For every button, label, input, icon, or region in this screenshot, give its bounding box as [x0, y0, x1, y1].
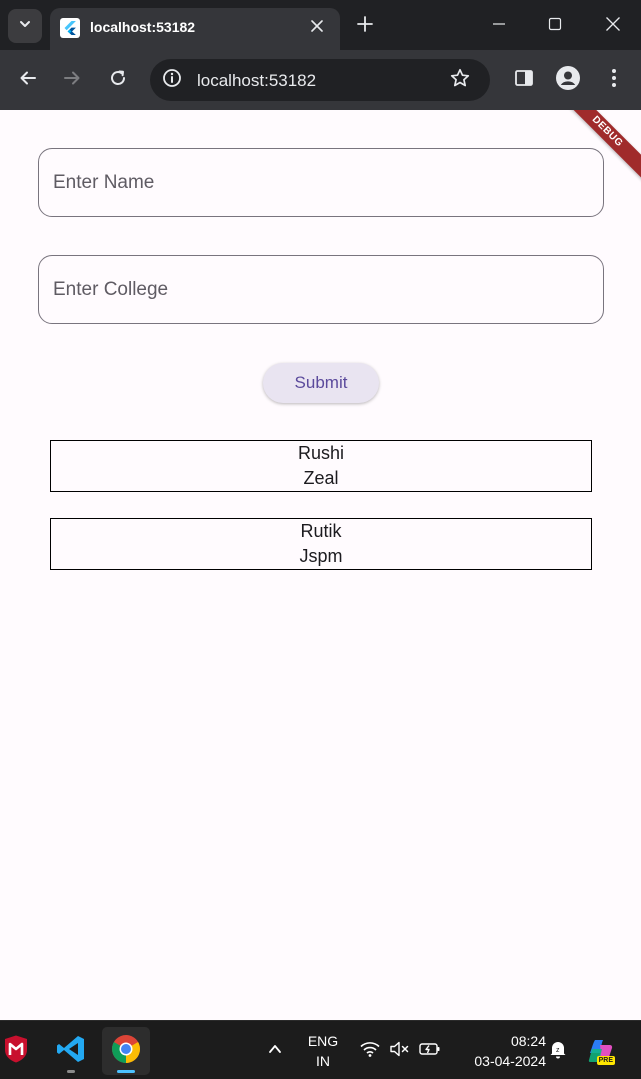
record-card: Rutik Jspm	[50, 518, 592, 570]
taskbar-copilot[interactable]: PRE	[579, 1027, 623, 1075]
record-card: Rushi Zeal	[50, 440, 592, 492]
browser-menu-button[interactable]	[602, 68, 626, 92]
notification-bell-icon: z	[548, 1039, 568, 1064]
language-code: ENG	[307, 1033, 339, 1049]
clock[interactable]: 08:24 03-04-2024	[452, 1031, 546, 1071]
close-icon	[605, 16, 621, 37]
volume-status[interactable]	[386, 1027, 414, 1075]
profile-button[interactable]	[556, 65, 580, 95]
wifi-icon	[360, 1041, 380, 1062]
copilot-preview-badge: PRE	[596, 1056, 615, 1065]
tab-search-button[interactable]	[8, 9, 42, 43]
clock-date: 03-04-2024	[474, 1053, 546, 1069]
arrow-right-icon	[63, 69, 81, 92]
clock-time: 08:24	[510, 1033, 546, 1049]
chevron-down-icon	[18, 17, 32, 36]
battery-status[interactable]	[416, 1027, 444, 1075]
notifications-button[interactable]: z	[544, 1027, 572, 1075]
maximize-icon	[548, 17, 562, 36]
plus-icon	[357, 15, 373, 37]
show-hidden-icons-button[interactable]	[251, 1027, 299, 1075]
minimize-button[interactable]	[487, 14, 511, 38]
reload-button[interactable]	[106, 68, 130, 92]
back-button[interactable]	[16, 68, 40, 92]
site-info-button[interactable]	[160, 68, 184, 92]
maximize-button[interactable]	[543, 14, 567, 38]
record-college: Zeal	[303, 468, 339, 488]
mcafee-shield-icon	[2, 1035, 30, 1068]
window-close-button[interactable]	[601, 14, 625, 38]
svg-text:z: z	[556, 1047, 560, 1054]
avatar-icon	[556, 65, 580, 95]
chrome-icon	[111, 1034, 141, 1069]
chevron-up-icon	[268, 1042, 282, 1061]
taskbar-mcafee[interactable]	[0, 1027, 40, 1075]
arrow-left-icon	[19, 69, 37, 92]
submit-button[interactable]: Submit	[263, 363, 379, 403]
windows-taskbar: ENG IN 08:24 03-04-2024 z PRE	[0, 1020, 641, 1079]
close-icon	[311, 19, 323, 37]
region-code: IN	[316, 1053, 330, 1069]
tab-title: localhost:53182	[90, 19, 196, 35]
side-panel-icon	[514, 68, 534, 93]
college-field[interactable]	[38, 255, 604, 324]
volume-muted-icon	[390, 1041, 410, 1062]
tab-close-button[interactable]	[306, 17, 328, 39]
record-college: Jspm	[299, 546, 343, 566]
forward-button[interactable]	[60, 68, 84, 92]
info-icon	[162, 68, 182, 93]
flutter-favicon-icon	[60, 18, 80, 38]
app-page: DEBUG Submit Rushi Zeal Rutik Jspm	[0, 110, 641, 1020]
side-panel-button[interactable]	[512, 68, 536, 92]
browser-tab[interactable]: localhost:53182	[50, 8, 340, 50]
star-icon	[450, 68, 470, 93]
url-text[interactable]: localhost:53182	[197, 71, 316, 91]
taskbar-vscode[interactable]	[47, 1027, 95, 1075]
taskbar-chrome[interactable]	[102, 1027, 150, 1075]
language-indicator[interactable]: ENG IN	[300, 1031, 346, 1071]
minimize-icon	[492, 17, 506, 36]
new-tab-button[interactable]	[354, 15, 376, 37]
name-field[interactable]	[38, 148, 604, 217]
bookmark-button[interactable]	[448, 68, 472, 92]
more-vertical-icon	[611, 68, 617, 93]
address-bar[interactable]: localhost:53182	[150, 59, 490, 101]
wifi-status[interactable]	[356, 1027, 384, 1075]
record-name: Rushi	[297, 443, 345, 463]
vscode-icon	[56, 1034, 86, 1069]
active-indicator	[117, 1070, 135, 1073]
running-indicator	[67, 1070, 75, 1073]
reload-icon	[109, 69, 127, 92]
record-name: Rutik	[300, 521, 342, 541]
battery-charging-icon	[419, 1041, 441, 1062]
browser-toolbar: localhost:53182	[0, 50, 641, 110]
browser-tab-bar: localhost:53182	[0, 0, 641, 50]
